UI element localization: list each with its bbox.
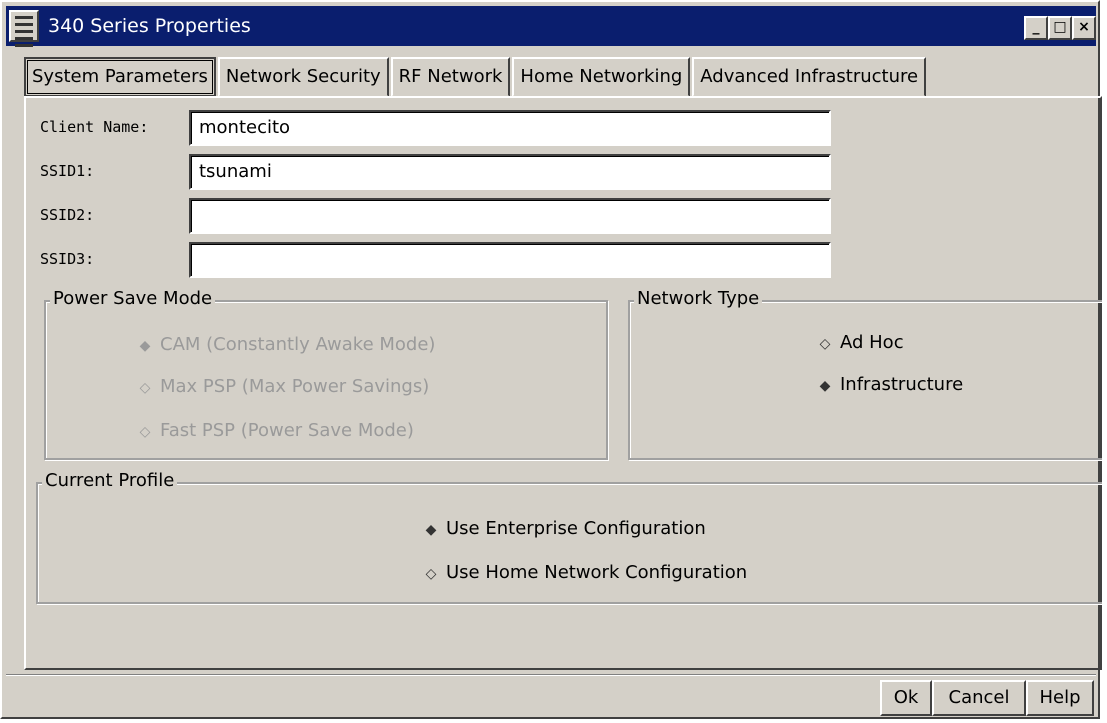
ssid1-field[interactable]: tsunami xyxy=(189,154,831,190)
radio-selected-icon: ◆ xyxy=(139,338,151,354)
ssid3-label: SSID3: xyxy=(40,250,95,268)
radio-unselected-icon: ◇ xyxy=(425,566,437,582)
cancel-button[interactable]: Cancel xyxy=(932,680,1026,716)
properties-window: 340 Series Properties _ □ × System Param… xyxy=(0,0,1102,719)
maximize-icon[interactable]: □ xyxy=(1048,16,1072,40)
ssid2-label: SSID2: xyxy=(40,206,95,224)
radio-ad-hoc[interactable]: ◇ Ad Hoc xyxy=(816,332,904,353)
radio-enterprise-configuration[interactable]: ◆ Use Enterprise Configuration xyxy=(422,518,706,539)
tab-advanced-infrastructure[interactable]: Advanced Infrastructure xyxy=(692,57,927,97)
radio-fast-psp-label: Fast PSP (Power Save Mode) xyxy=(160,420,414,441)
close-icon[interactable]: × xyxy=(1072,16,1096,40)
current-profile-legend: Current Profile xyxy=(42,470,178,491)
radio-home-network-configuration-label: Use Home Network Configuration xyxy=(446,562,748,583)
network-type-legend: Network Type xyxy=(634,288,763,309)
title-bar[interactable]: 340 Series Properties _ □ × xyxy=(6,6,1096,47)
tab-system-parameters[interactable]: System Parameters xyxy=(24,57,216,97)
power-save-mode-legend: Power Save Mode xyxy=(50,288,216,309)
tab-home-networking[interactable]: Home Networking xyxy=(512,57,691,97)
radio-unselected-icon: ◇ xyxy=(139,424,151,440)
window-menu-icon[interactable] xyxy=(9,10,39,47)
radio-ad-hoc-label: Ad Hoc xyxy=(840,332,904,353)
ok-button[interactable]: Ok xyxy=(880,680,932,716)
radio-max-psp[interactable]: ◇ Max PSP (Max Power Savings) xyxy=(136,376,430,397)
radio-infrastructure-label: Infrastructure xyxy=(840,374,964,395)
window-title: 340 Series Properties xyxy=(48,15,251,37)
help-button[interactable]: Help xyxy=(1026,680,1094,716)
radio-selected-icon: ◆ xyxy=(819,378,831,394)
tab-rf-network[interactable]: RF Network xyxy=(390,57,511,97)
radio-cam-label: CAM (Constantly Awake Mode) xyxy=(160,334,436,355)
current-profile-group: Current Profile xyxy=(36,470,1102,604)
radio-max-psp-label: Max PSP (Max Power Savings) xyxy=(160,376,430,397)
radio-selected-icon: ◆ xyxy=(425,522,437,538)
radio-cam[interactable]: ◆ CAM (Constantly Awake Mode) xyxy=(136,334,436,355)
radio-infrastructure[interactable]: ◆ Infrastructure xyxy=(816,374,964,395)
radio-enterprise-configuration-label: Use Enterprise Configuration xyxy=(446,518,706,539)
minimize-icon[interactable]: _ xyxy=(1024,16,1048,40)
client-name-field[interactable]: montecito xyxy=(189,110,831,146)
radio-fast-psp[interactable]: ◇ Fast PSP (Power Save Mode) xyxy=(136,420,414,441)
radio-unselected-icon: ◇ xyxy=(819,336,831,352)
ssid2-field[interactable] xyxy=(189,198,831,234)
ssid3-field[interactable] xyxy=(189,242,831,278)
tab-bar: System Parameters Network Security RF Ne… xyxy=(24,57,928,97)
tab-network-security[interactable]: Network Security xyxy=(217,57,389,97)
client-name-label: Client Name: xyxy=(40,118,149,136)
footer-separator xyxy=(6,674,1096,676)
radio-unselected-icon: ◇ xyxy=(139,380,151,396)
ssid1-label: SSID1: xyxy=(40,162,95,180)
radio-home-network-configuration[interactable]: ◇ Use Home Network Configuration xyxy=(422,562,748,583)
